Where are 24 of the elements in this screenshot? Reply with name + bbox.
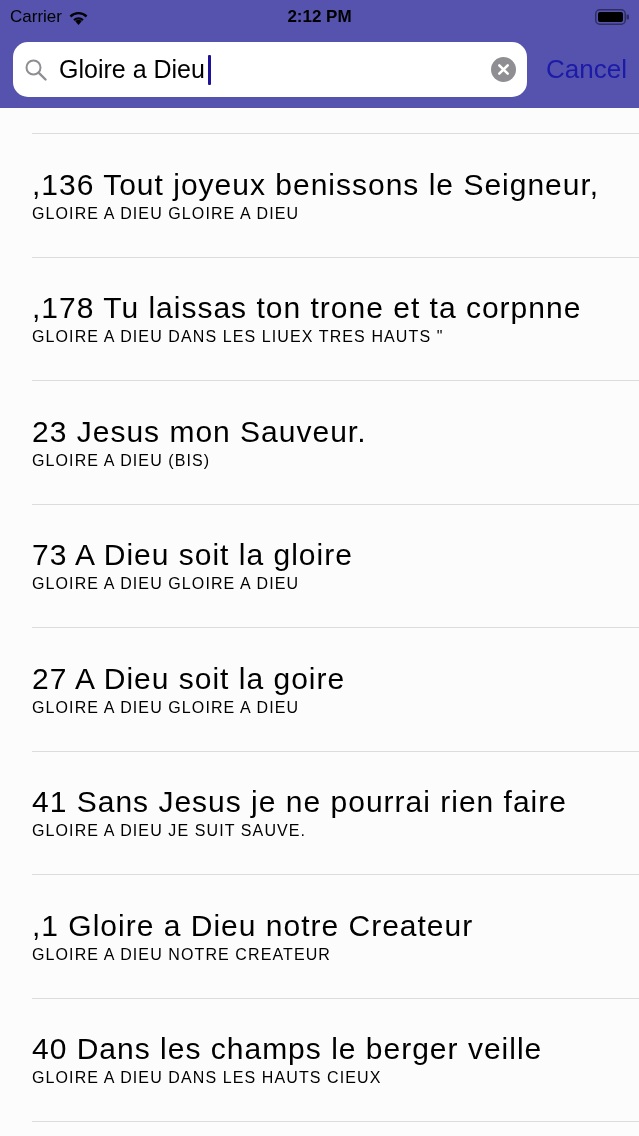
hymn-lyric: GLOIRE A DIEU GLOIRE A DIEU — [32, 574, 301, 595]
hymn-lyric: GLOIRE A DIEU DANS LES LIUEX TRES HAUTS " — [32, 327, 445, 348]
wifi-icon — [67, 9, 89, 25]
hymn-title[interactable]: ,136 Tout joyeux benissons le Seigneur, — [32, 167, 639, 202]
hymn-lyric: GLOIRE A DIEU NOTRE CREATEUR — [32, 944, 332, 965]
hymn-title[interactable]: ,1 Gloire a Dieu notre Createur — [32, 908, 639, 943]
search-icon — [25, 58, 47, 81]
search-field[interactable]: Gloire a Dieu — [13, 42, 527, 97]
hymn-title[interactable]: 27 A Dieu soit la goire — [32, 661, 639, 696]
hymn-title[interactable]: ,178 Tu laissas ton trone et ta corpnne — [32, 291, 639, 326]
clock-time: 2:12 PM — [287, 6, 352, 29]
hymn-title[interactable]: 23 Jesus mon Sauveur. — [32, 414, 639, 449]
carrier-label: Carrier — [10, 6, 62, 29]
hymn-lyric: GLOIRE A DIEU (BIS) — [32, 450, 212, 471]
clear-icon[interactable] — [491, 57, 516, 82]
hymn-lyric: GLOIRE A DIEU DANS LES HAUTS CIEUX — [32, 1068, 383, 1089]
hymn-lyric: GLOIRE A DIEU GLOIRE A DIEU — [32, 203, 301, 224]
hymn-title[interactable]: 73 A Dieu soit la gloire — [32, 538, 639, 573]
hymn-title[interactable]: 41 Sans Jesus je ne pourrai rien faire — [32, 785, 639, 820]
hymn-lyric: GLOIRE A DIEU JE SUIT SAUVE. — [32, 821, 308, 842]
battery-icon — [595, 9, 629, 25]
hymn-title[interactable]: 40 Dans les champs le berger veille — [32, 1032, 639, 1067]
hymn-lyric: GLOIRE A DIEU GLOIRE A DIEU — [32, 697, 301, 718]
text-cursor-icon — [207, 54, 211, 85]
